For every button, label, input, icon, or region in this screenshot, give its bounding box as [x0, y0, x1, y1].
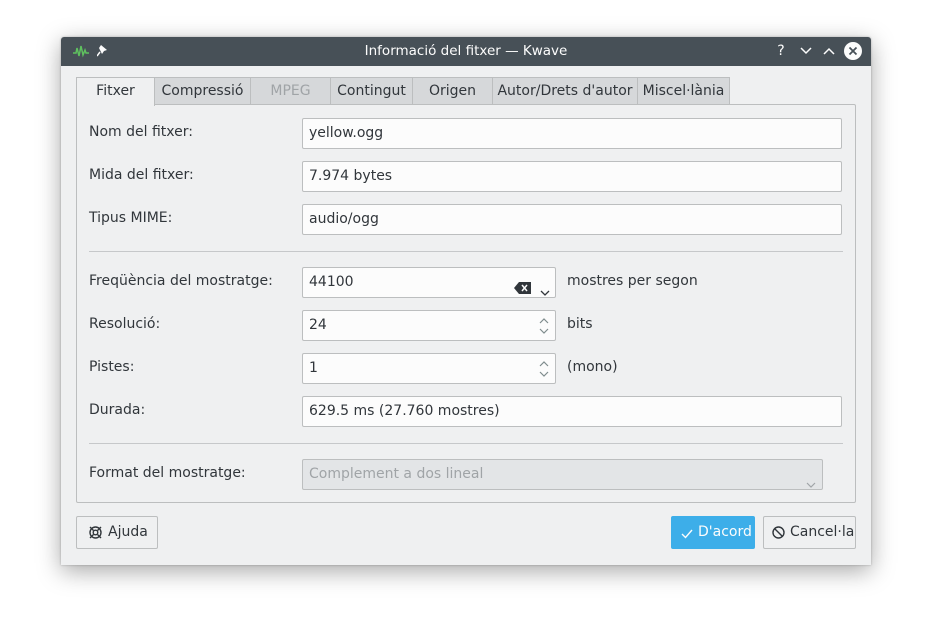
spin-arrows[interactable] — [538, 315, 552, 337]
cancel-icon — [772, 526, 785, 539]
help-icon — [89, 526, 102, 539]
spin-arrows-icon — [539, 318, 549, 334]
filesize-field[interactable]: 7.974 bytes — [302, 161, 842, 192]
separator — [89, 443, 843, 444]
ok-button[interactable]: D'acord — [671, 516, 755, 549]
sampleformat-combobox: Complement a dos lineal — [302, 459, 823, 490]
tab-miscellania[interactable]: Miscel·lània — [637, 77, 730, 105]
dialog-window: Informació del fitxer — Kwave ? Fitxer C… — [61, 37, 871, 565]
tab-contingut[interactable]: Contingut — [330, 77, 413, 105]
spin-arrows[interactable] — [538, 358, 552, 380]
samplerate-value: 44100 — [309, 274, 354, 290]
samplerate-label: Freqüència del mostratge: — [89, 273, 273, 289]
filesize-label: Mida del fitxer: — [89, 167, 194, 183]
sampleformat-label: Format del mostratge: — [89, 465, 246, 481]
mime-field[interactable]: audio/ogg — [302, 204, 842, 235]
sampleformat-value: Complement a dos lineal — [309, 466, 484, 482]
backspace-icon — [514, 282, 531, 294]
duration-label: Durada: — [89, 402, 146, 418]
tracks-mode: (mono) — [567, 359, 618, 375]
chevron-down-icon — [800, 47, 812, 55]
resolution-unit: bits — [567, 316, 593, 332]
title-bar[interactable]: Informació del fitxer — Kwave ? — [61, 37, 871, 66]
dropdown-button[interactable] — [540, 279, 550, 308]
close-icon — [848, 46, 858, 56]
chevron-down-icon — [540, 290, 550, 296]
window-title: Informació del fitxer — Kwave — [364, 43, 568, 59]
samplerate-combobox[interactable]: 44100 — [302, 267, 556, 298]
filename-field[interactable]: yellow.ogg — [302, 118, 842, 149]
help-button-label: Ajuda — [108, 524, 148, 540]
resolution-label: Resolució: — [89, 316, 161, 332]
dropdown-button — [806, 471, 816, 500]
tracks-label: Pistes: — [89, 359, 135, 375]
chevron-up-icon — [823, 47, 835, 55]
maximize-button[interactable] — [819, 41, 839, 61]
samplerate-unit: mostres per segon — [567, 273, 698, 289]
chevron-down-icon — [806, 482, 816, 488]
tracks-spinbox[interactable]: 1 — [302, 353, 556, 384]
clear-text-button[interactable] — [514, 276, 531, 305]
duration-field[interactable]: 629.5 ms (27.760 mostres) — [302, 396, 842, 427]
resolution-value: 24 — [309, 317, 327, 333]
check-icon — [681, 529, 693, 539]
tab-autor[interactable]: Autor/Drets d'autor — [492, 77, 638, 105]
file-info-panel: Nom del fitxer: yellow.ogg Mida del fitx… — [76, 104, 856, 503]
resolution-spinbox[interactable]: 24 — [302, 310, 556, 341]
minimize-button[interactable] — [796, 41, 816, 61]
filename-label: Nom del fitxer: — [89, 124, 193, 140]
tab-mpeg: MPEG — [250, 77, 331, 105]
cancel-button-label: Cancel·la — [790, 524, 855, 540]
cancel-button[interactable]: Cancel·la — [763, 516, 856, 549]
separator — [89, 251, 843, 252]
spin-arrows-icon — [539, 361, 549, 377]
tab-fitxer[interactable]: Fitxer — [76, 77, 155, 106]
tab-compressio[interactable]: Compressió — [154, 77, 251, 105]
help-button[interactable]: Ajuda — [76, 516, 158, 549]
close-button[interactable] — [844, 42, 862, 60]
ok-button-label: D'acord — [698, 524, 752, 540]
help-title-button[interactable]: ? — [771, 41, 791, 61]
mime-label: Tipus MIME: — [89, 210, 173, 226]
tracks-value: 1 — [309, 360, 318, 376]
tab-origen[interactable]: Origen — [412, 77, 493, 105]
